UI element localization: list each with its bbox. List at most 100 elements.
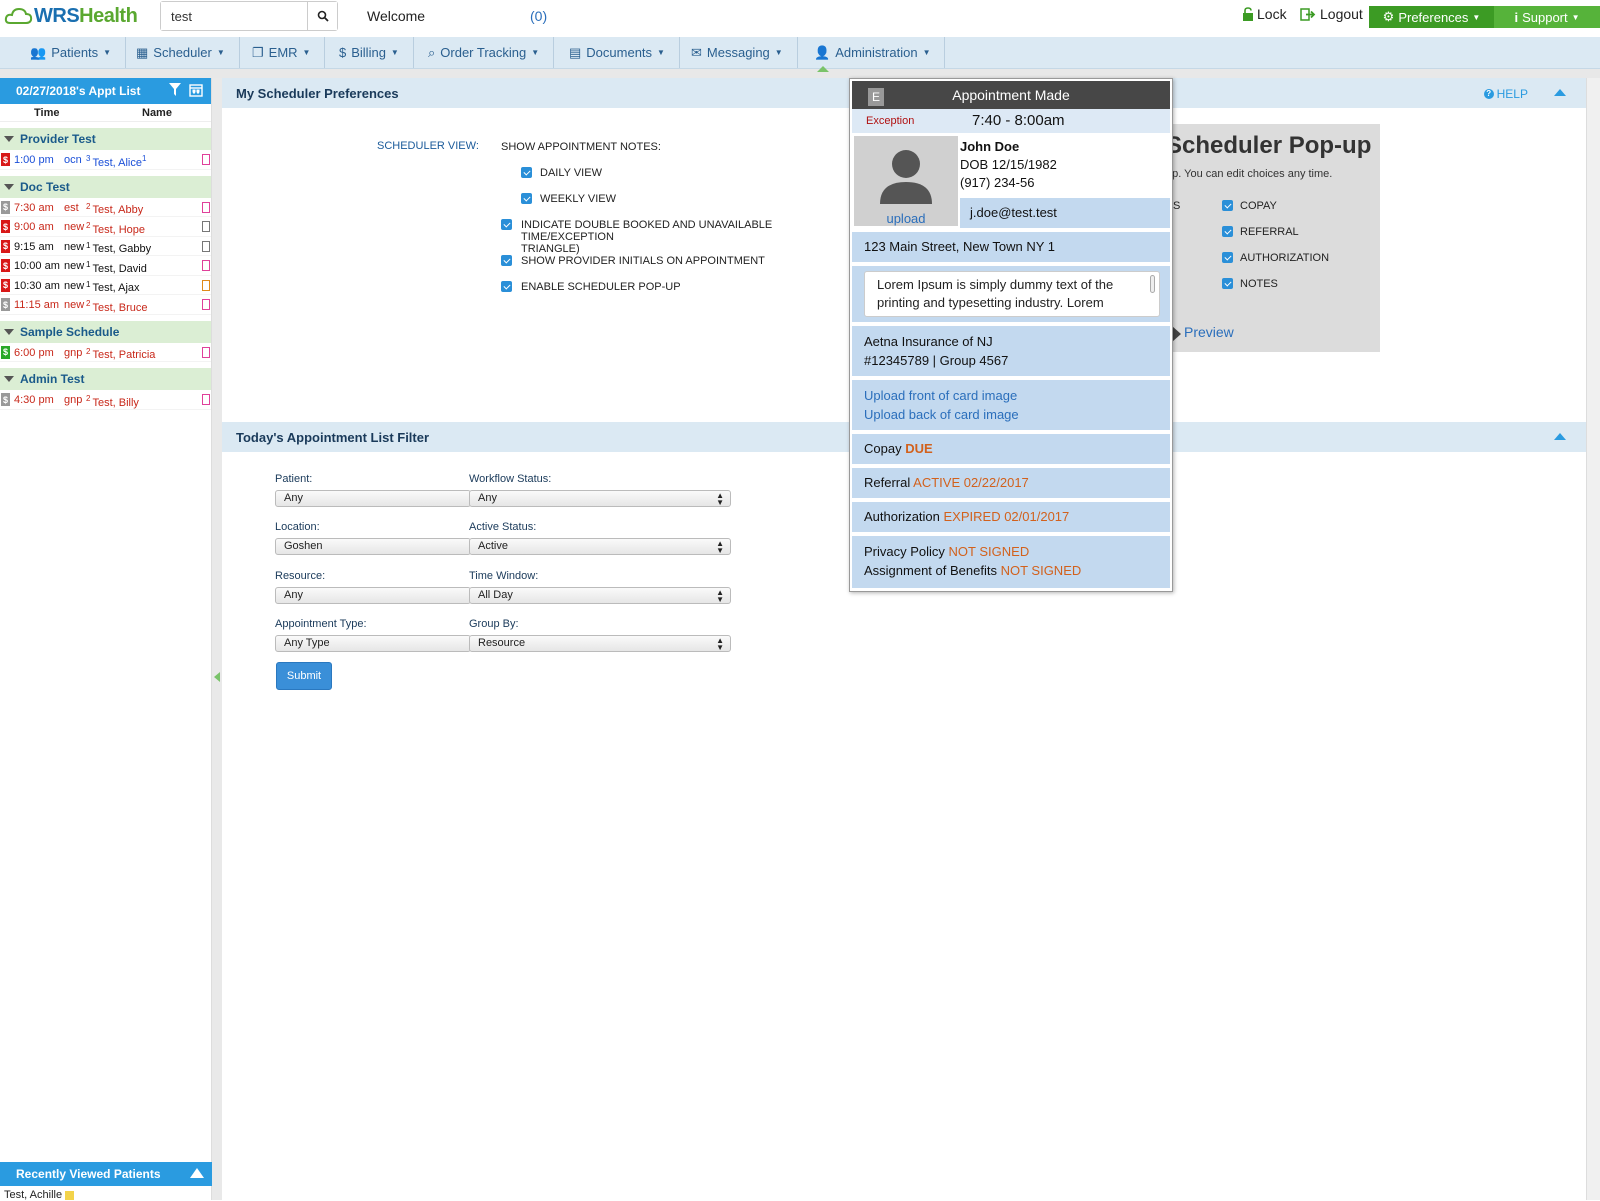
visit-count: 1 xyxy=(86,260,90,269)
workflow-status-select[interactable]: Any▲▼ xyxy=(469,490,731,507)
collapse-chevron-icon[interactable] xyxy=(1554,433,1566,440)
enable-popup-checkbox[interactable] xyxy=(501,281,512,292)
appointment-row[interactable]: $1:00 pmocn3Test, Alice1 xyxy=(0,150,211,170)
note-document-icon[interactable] xyxy=(202,154,210,165)
appointment-row[interactable]: $7:30 amest2Test, Abby xyxy=(0,198,211,218)
nav-billing[interactable]: $Billing▼ xyxy=(325,37,414,68)
schedule-group-header[interactable]: Sample Schedule xyxy=(0,321,211,343)
schedule-group-header[interactable]: Provider Test xyxy=(0,128,211,150)
nav-label: Scheduler xyxy=(153,45,212,60)
note-document-icon[interactable] xyxy=(202,260,210,271)
appointment-type: gnp xyxy=(64,394,82,406)
location-value: Goshen xyxy=(284,540,323,552)
visit-count: 2 xyxy=(86,202,90,211)
authorization-checkbox[interactable] xyxy=(1222,252,1233,263)
logout-button[interactable]: Logout xyxy=(1300,6,1363,22)
billing-dollar-icon: $ xyxy=(1,153,10,166)
appointment-row[interactable]: $10:00 amnew1Test, David xyxy=(0,256,211,276)
time-window-select[interactable]: All Day▲▼ xyxy=(469,587,731,604)
updown-icon: ▲▼ xyxy=(716,492,724,506)
preferences-button[interactable]: ⚙ Preferences ▼ xyxy=(1369,6,1494,28)
upload-back-card-link[interactable]: Upload back of card image xyxy=(852,403,1170,422)
recently-viewed-header[interactable]: Recently Viewed Patients xyxy=(0,1162,212,1186)
nav-label: Messaging xyxy=(707,45,770,60)
note-document-icon[interactable] xyxy=(202,394,210,405)
note-document-icon[interactable] xyxy=(202,202,210,213)
referral-checkbox[interactable] xyxy=(1222,226,1233,237)
nav-documents[interactable]: ▤Documents▼ xyxy=(555,37,680,68)
resource-select[interactable]: Any xyxy=(275,587,471,604)
visit-count: 3 xyxy=(86,154,90,163)
message-count-link[interactable]: (0) xyxy=(530,8,547,24)
upload-photo-link[interactable]: upload xyxy=(854,211,958,226)
nav-emr[interactable]: ❐EMR▼ xyxy=(238,37,325,68)
indicate-double-booked-checkbox[interactable] xyxy=(501,219,512,230)
nav-messaging[interactable]: ✉Messaging▼ xyxy=(677,37,798,68)
sidebar-splitter[interactable] xyxy=(212,78,222,1200)
appointment-row[interactable]: $11:15 amnew2Test, Bruce xyxy=(0,295,211,315)
help-link[interactable]: ? HELP xyxy=(1484,87,1528,101)
upload-front-card-link[interactable]: Upload front of card image xyxy=(852,380,1170,403)
note-document-icon[interactable] xyxy=(202,221,210,232)
collapse-triangle-icon[interactable] xyxy=(4,329,14,335)
collapse-triangle-icon[interactable] xyxy=(4,184,14,190)
schedule-group-header[interactable]: Admin Test xyxy=(0,368,211,390)
appointment-row[interactable]: $9:15 amnew1Test, Gabby xyxy=(0,237,211,257)
nav-order-tracking[interactable]: ⌕Order Tracking▼ xyxy=(414,37,554,68)
copay-checkbox[interactable] xyxy=(1222,200,1233,211)
recent-patient-name: Test, Achille xyxy=(4,1189,62,1201)
schedule-group-header[interactable]: Doc Test xyxy=(0,176,211,198)
note-document-icon[interactable] xyxy=(202,299,210,310)
appointment-row[interactable]: $4:30 pmgnp2Test, Billy xyxy=(0,390,211,410)
filter-icon[interactable] xyxy=(169,83,181,96)
daily-view-checkbox[interactable] xyxy=(521,167,532,178)
nav-scheduler[interactable]: ▦Scheduler▼ xyxy=(122,37,240,68)
weekly-view-checkbox[interactable] xyxy=(521,193,532,204)
active-status-select[interactable]: Active▲▼ xyxy=(469,538,731,555)
lock-button[interactable]: Lock xyxy=(1242,6,1287,22)
appointment-row[interactable]: $10:30 amnew1Test, Ajax xyxy=(0,276,211,296)
wrshealth-logo[interactable]: WRSHealth xyxy=(4,2,137,30)
nav-administration[interactable]: 👤Administration▼ xyxy=(800,37,945,68)
schedule-group-name: Admin Test xyxy=(20,372,84,386)
authorization-row: Authorization EXPIRED 02/01/2017 xyxy=(852,502,1170,532)
referral-label: REFERRAL xyxy=(1240,226,1299,238)
patient-name: 2Test, Abby xyxy=(86,202,143,217)
calendar-icon[interactable] xyxy=(189,83,203,97)
collapse-arrow-icon[interactable] xyxy=(214,672,220,682)
show-initials-checkbox[interactable] xyxy=(501,255,512,266)
support-button[interactable]: i Support ▼ xyxy=(1494,6,1600,28)
submit-button[interactable]: Submit xyxy=(276,662,332,690)
collapse-triangle-icon[interactable] xyxy=(4,376,14,382)
appointment-type: new xyxy=(64,299,84,311)
notes-scrollbar[interactable] xyxy=(1150,275,1155,293)
collapse-chevron-icon[interactable] xyxy=(1554,89,1566,96)
benefits-text: Assignment of Benefits NOT SIGNED xyxy=(852,559,1170,578)
search-input[interactable] xyxy=(161,2,307,30)
note-document-icon[interactable] xyxy=(202,280,210,291)
search-button[interactable] xyxy=(307,2,337,30)
lock-icon xyxy=(1242,7,1254,21)
benefits-status: NOT SIGNED xyxy=(1001,563,1082,578)
appointment-type-select[interactable]: Any Type xyxy=(275,635,471,652)
appointment-row[interactable]: $6:00 pmgnp2Test, Patricia xyxy=(0,343,211,363)
notes-checkbox[interactable] xyxy=(1222,278,1233,289)
nav-patients[interactable]: 👥Patients▼ xyxy=(16,37,126,68)
patient-name: 1Test, Gabby xyxy=(86,241,151,256)
patient-select[interactable]: Any xyxy=(275,490,471,507)
group-by-select[interactable]: Resource▲▼ xyxy=(469,635,731,652)
chevron-up-icon[interactable] xyxy=(190,1168,204,1178)
appointment-notes[interactable]: Lorem Ipsum is simply dummy text of the … xyxy=(864,271,1160,317)
patient-name-text: Test, Hope xyxy=(92,224,145,236)
page-scrollbar[interactable] xyxy=(1586,78,1600,1200)
group-by-value: Resource xyxy=(478,637,525,649)
appointment-row[interactable]: $9:00 amnew2Test, Hope xyxy=(0,217,211,237)
billing-dollar-icon: $ xyxy=(1,393,10,406)
note-document-icon[interactable] xyxy=(202,347,210,358)
preview-link[interactable]: Preview xyxy=(1184,324,1234,340)
collapse-triangle-icon[interactable] xyxy=(4,136,14,142)
note-document-icon[interactable] xyxy=(202,241,210,252)
location-select[interactable]: Goshen xyxy=(275,538,471,555)
patient-dob: DOB 12/15/1982 xyxy=(960,157,1057,172)
recent-patient-item[interactable]: Test, Achille xyxy=(4,1189,74,1201)
